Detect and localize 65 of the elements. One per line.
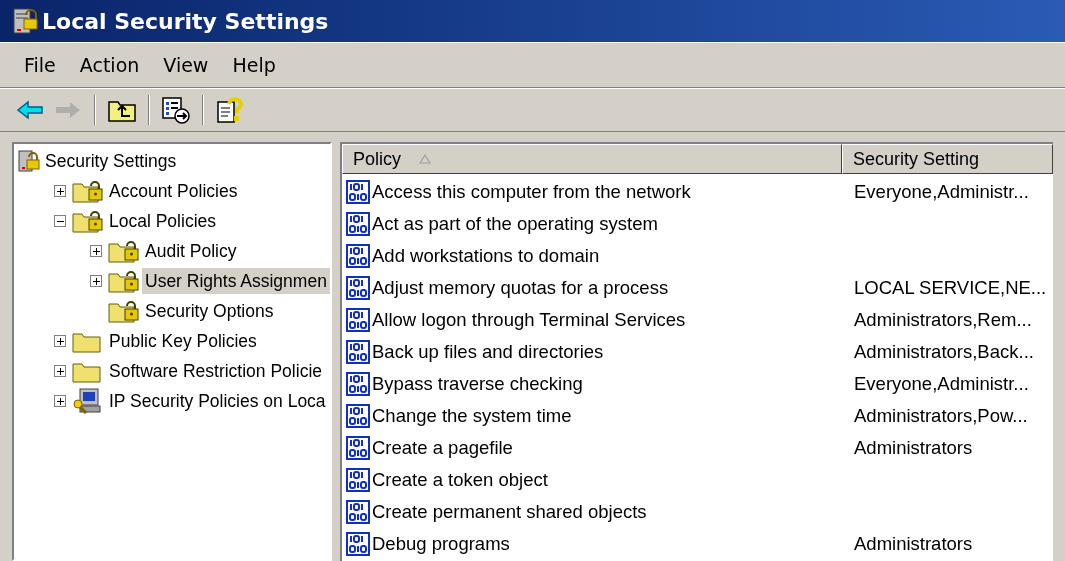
policy-name[interactable]: Add workstations to domain	[372, 242, 600, 270]
column-header[interactable]: Policy	[342, 144, 842, 174]
expand-toggle[interactable]	[90, 245, 102, 257]
locked-folder-icon	[72, 209, 104, 233]
policy-icon	[346, 468, 370, 492]
tree-item[interactable]: IP Security Policies on Loca	[106, 387, 329, 415]
policy-icon	[346, 212, 370, 236]
menu-item[interactable]: Help	[222, 48, 286, 82]
export-list-icon[interactable]	[160, 94, 192, 126]
security-setting: Administrators	[854, 437, 973, 459]
tree-item[interactable]: Audit Policy	[142, 237, 240, 265]
menu-item[interactable]: Action	[69, 48, 150, 82]
expand-toggle[interactable]	[90, 275, 102, 287]
policy-name[interactable]: Bypass traverse checking	[372, 370, 583, 398]
policy-icon	[346, 404, 370, 428]
security-setting: Administrators,Back...	[854, 341, 1034, 363]
policy-icon	[346, 244, 370, 268]
security-setting: Administrators,Rem...	[854, 309, 1032, 331]
security-setting: Administrators,Pow...	[854, 405, 1028, 427]
expand-toggle[interactable]	[54, 365, 66, 377]
tree-item[interactable]: Security Options	[142, 297, 277, 325]
tree-item[interactable]: User Rights Assignmen	[142, 267, 330, 295]
policy-icon	[346, 436, 370, 460]
security-setting: LOCAL SERVICE,NE...	[854, 277, 1047, 299]
policy-name[interactable]: Back up files and directories	[372, 338, 604, 366]
menu-item[interactable]: View	[153, 48, 219, 82]
tree-item[interactable]: Local Policies	[106, 207, 219, 235]
policy-name[interactable]: Adjust memory quotas for a process	[372, 274, 669, 302]
column-header[interactable]: Security Setting	[842, 144, 1053, 174]
policy-icon	[346, 308, 370, 332]
policy-name[interactable]: Create a pagefile	[372, 434, 513, 462]
security-setting: Everyone,Administr...	[854, 373, 1029, 395]
security-setting: Administrators	[854, 533, 973, 555]
policy-name[interactable]: Allow logon through Terminal Services	[372, 306, 686, 334]
policy-icon	[346, 180, 370, 204]
locked-folder-icon	[108, 239, 140, 263]
tree-item[interactable]: Security Settings	[42, 147, 180, 175]
expand-toggle[interactable]	[54, 395, 66, 407]
policy-name[interactable]: Debug programs	[372, 530, 510, 558]
policy-name[interactable]: Change the system time	[372, 402, 572, 430]
policy-name[interactable]: Create permanent shared objects	[372, 498, 647, 526]
policy-name[interactable]: Access this computer from the network	[372, 178, 691, 206]
tree-item[interactable]: Software Restriction Policie	[106, 357, 325, 385]
server-lock-icon	[18, 149, 40, 173]
policy-icon	[346, 340, 370, 364]
tree-item[interactable]: Account Policies	[106, 177, 241, 205]
policy-icon	[346, 372, 370, 396]
policy-icon	[346, 500, 370, 524]
policy-icon	[346, 532, 370, 556]
policy-name[interactable]: Act as part of the operating system	[372, 210, 658, 238]
expand-toggle[interactable]	[54, 185, 66, 197]
server-lock-icon	[12, 7, 38, 35]
tree-item[interactable]: Public Key Policies	[106, 327, 260, 355]
window-title: Local Security Settings	[42, 7, 329, 36]
policy-icon	[346, 276, 370, 300]
menu-item[interactable]: File	[14, 48, 66, 82]
collapse-toggle[interactable]	[54, 215, 66, 227]
locked-folder-icon	[108, 299, 140, 323]
expand-toggle[interactable]	[54, 335, 66, 347]
locked-folder-icon	[72, 179, 104, 203]
locked-folder-icon	[108, 269, 140, 293]
security-setting: Everyone,Administr...	[854, 181, 1029, 203]
help-icon[interactable]	[214, 94, 246, 126]
policy-name[interactable]: Create a token object	[372, 466, 548, 494]
computer-key-icon	[72, 388, 104, 414]
